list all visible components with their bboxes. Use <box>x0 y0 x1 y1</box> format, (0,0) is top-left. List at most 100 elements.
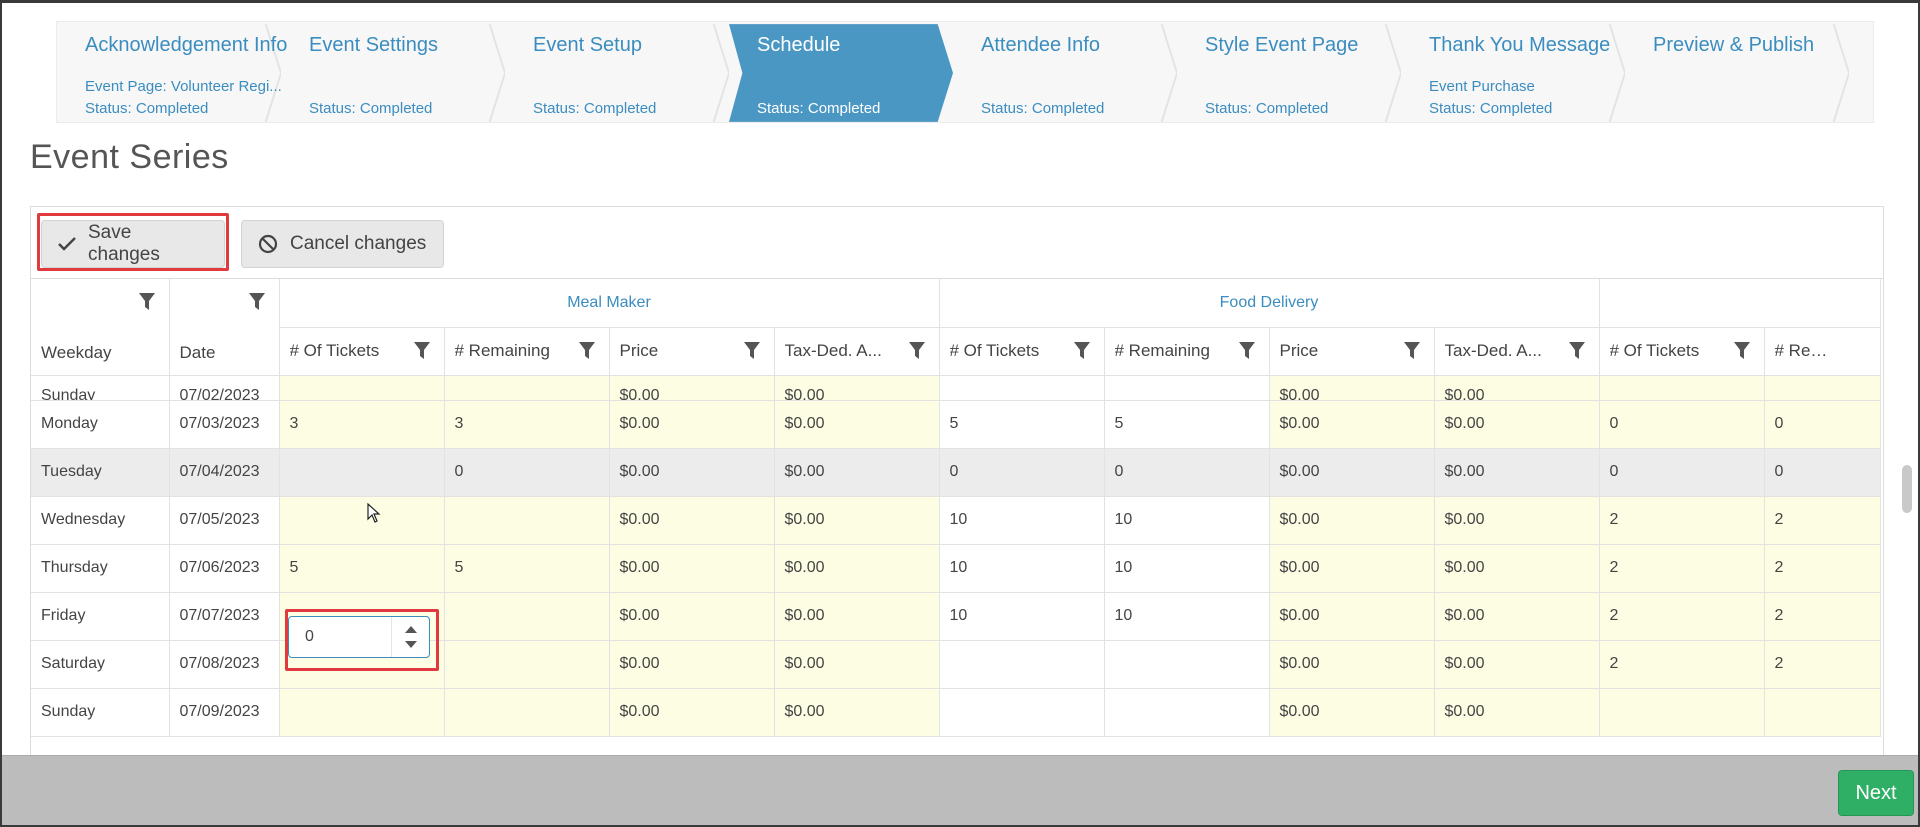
table-cell[interactable]: $0.00 <box>774 496 940 545</box>
table-cell[interactable] <box>279 688 445 737</box>
table-cell[interactable]: 2 <box>1764 544 1881 593</box>
table-cell[interactable]: $0.00 <box>1269 592 1435 641</box>
wizard-step-event-settings[interactable]: Event Settings Status: Completed <box>281 22 505 124</box>
table-cell[interactable]: $0.00 <box>609 544 775 593</box>
table-cell[interactable]: 2 <box>1599 496 1765 545</box>
filter-icon[interactable] <box>138 293 155 316</box>
wizard-step-acknowledgement-info[interactable]: Acknowledgement Info Event Page: Voluntee… <box>57 22 287 124</box>
table-cell[interactable]: 10 <box>1104 592 1270 641</box>
table-cell[interactable]: 0 <box>1764 400 1881 449</box>
table-cell[interactable]: $0.00 <box>1434 640 1600 689</box>
table-cell[interactable]: 0 <box>1104 448 1270 497</box>
table-cell[interactable]: $0.00 <box>1269 544 1435 593</box>
table-cell[interactable]: 5 <box>939 400 1105 449</box>
filter-icon[interactable] <box>1733 341 1750 365</box>
table-cell[interactable]: $0.00 <box>1434 688 1600 737</box>
table-cell[interactable]: 0 <box>1599 448 1765 497</box>
table-cell[interactable]: 10 <box>939 544 1105 593</box>
table-cell[interactable]: $0.00 <box>774 400 940 449</box>
increment-arrow-icon[interactable] <box>405 626 417 633</box>
tickets-number-input[interactable]: 0 <box>288 616 430 658</box>
table-cell[interactable]: $0.00 <box>774 375 940 401</box>
table-cell[interactable]: 3 <box>279 400 445 449</box>
table-cell[interactable]: 2 <box>1764 640 1881 689</box>
table-cell[interactable]: 2 <box>1599 592 1765 641</box>
table-cell[interactable]: 0 <box>444 448 610 497</box>
table-cell[interactable]: $0.00 <box>609 688 775 737</box>
column-header-11[interactable]: # Remaining <box>1764 327 1881 376</box>
filter-icon[interactable] <box>1568 341 1585 365</box>
table-cell[interactable]: $0.00 <box>774 640 940 689</box>
table-cell[interactable]: 10 <box>1104 496 1270 545</box>
table-cell[interactable]: $0.00 <box>1269 688 1435 737</box>
vertical-scrollbar[interactable] <box>1902 465 1912 513</box>
table-cell[interactable] <box>444 375 610 401</box>
table-cell[interactable]: 2 <box>1599 640 1765 689</box>
column-header-9[interactable]: Tax-Ded. A... <box>1434 327 1600 376</box>
table-row[interactable]: Monday 07/03/2023 3 3 $0.00 $0.00 5 5 $0.00 $0.00… <box>31 400 1881 449</box>
cancel-changes-button[interactable]: Cancel changes <box>241 220 444 268</box>
filter-icon[interactable] <box>413 341 430 365</box>
table-cell[interactable] <box>279 448 445 497</box>
wizard-step-attendee-info[interactable]: Attendee Info Status: Completed <box>953 22 1177 124</box>
table-cell[interactable]: $0.00 <box>1269 496 1435 545</box>
table-row[interactable]: Tuesday 07/04/2023 0 $0.00 $0.00 0 0 $0.00 $0.00… <box>31 448 1881 497</box>
table-cell[interactable] <box>1104 640 1270 689</box>
decrement-arrow-icon[interactable] <box>405 641 417 648</box>
table-cell[interactable] <box>1104 688 1270 737</box>
next-button[interactable]: Next <box>1838 770 1914 816</box>
column-header-10[interactable]: # Of Tickets <box>1599 327 1765 376</box>
table-cell[interactable]: $0.00 <box>1434 448 1600 497</box>
table-cell[interactable]: $0.00 <box>1269 640 1435 689</box>
table-cell[interactable]: 3 <box>444 400 610 449</box>
table-cell[interactable]: 2 <box>1764 496 1881 545</box>
wizard-step-style-event-page[interactable]: Style Event Page Status: Completed <box>1177 22 1401 124</box>
table-cell[interactable]: $0.00 <box>609 375 775 401</box>
table-cell[interactable]: 0 <box>1764 448 1881 497</box>
filter-icon[interactable] <box>1073 341 1090 365</box>
table-cell[interactable]: $0.00 <box>774 544 940 593</box>
column-header-4[interactable]: Price <box>609 327 775 376</box>
table-cell[interactable]: $0.00 <box>1434 400 1600 449</box>
table-cell[interactable]: $0.00 <box>609 400 775 449</box>
table-cell[interactable] <box>939 688 1105 737</box>
filter-icon[interactable] <box>578 341 595 365</box>
table-cell[interactable]: 10 <box>939 592 1105 641</box>
table-cell[interactable]: $0.00 <box>609 592 775 641</box>
column-header-3[interactable]: # Remaining <box>444 327 610 376</box>
table-cell[interactable] <box>1764 688 1881 737</box>
wizard-step-schedule[interactable]: Schedule Status: Completed <box>729 22 953 124</box>
column-header-2[interactable]: # Of Tickets <box>279 327 445 376</box>
table-cell[interactable] <box>1104 375 1270 401</box>
table-cell[interactable]: 5 <box>1104 400 1270 449</box>
table-cell[interactable]: $0.00 <box>774 592 940 641</box>
filter-icon[interactable] <box>1403 341 1420 365</box>
table-cell[interactable]: 2 <box>1599 544 1765 593</box>
filter-icon[interactable] <box>908 341 925 365</box>
filter-icon[interactable] <box>1238 341 1255 365</box>
table-cell[interactable]: 10 <box>939 496 1105 545</box>
column-header-date[interactable]: Date <box>169 279 280 376</box>
table-cell[interactable]: $0.00 <box>1269 448 1435 497</box>
column-header-6[interactable]: # Of Tickets <box>939 327 1105 376</box>
table-cell[interactable]: 5 <box>444 544 610 593</box>
table-cell[interactable]: $0.00 <box>1434 592 1600 641</box>
wizard-step-event-setup[interactable]: Event Setup Status: Completed <box>505 22 729 124</box>
column-header-8[interactable]: Price <box>1269 327 1435 376</box>
table-cell[interactable]: $0.00 <box>774 448 940 497</box>
table-cell[interactable]: $0.00 <box>1434 496 1600 545</box>
table-cell[interactable] <box>1599 688 1765 737</box>
table-cell[interactable]: 0 <box>1599 400 1765 449</box>
table-cell[interactable]: $0.00 <box>609 448 775 497</box>
wizard-step-thank-you-message[interactable]: Thank You Message Event Purchase Status: C… <box>1401 22 1625 124</box>
table-cell[interactable]: 2 <box>1764 592 1881 641</box>
table-row[interactable]: Thursday 07/06/2023 5 5 $0.00 $0.00 10 10 $0.00 $… <box>31 544 1881 593</box>
column-header-5[interactable]: Tax-Ded. A... <box>774 327 940 376</box>
save-changes-button[interactable]: Save changes <box>41 220 225 268</box>
table-row[interactable]: Sunday 07/02/2023 $0.00 $0.00 $0.00 $0.00 <box>31 375 1881 401</box>
table-cell[interactable]: 10 <box>1104 544 1270 593</box>
table-cell[interactable] <box>444 592 610 641</box>
table-cell[interactable]: $0.00 <box>1434 544 1600 593</box>
table-cell[interactable] <box>444 688 610 737</box>
table-cell[interactable] <box>939 375 1105 401</box>
